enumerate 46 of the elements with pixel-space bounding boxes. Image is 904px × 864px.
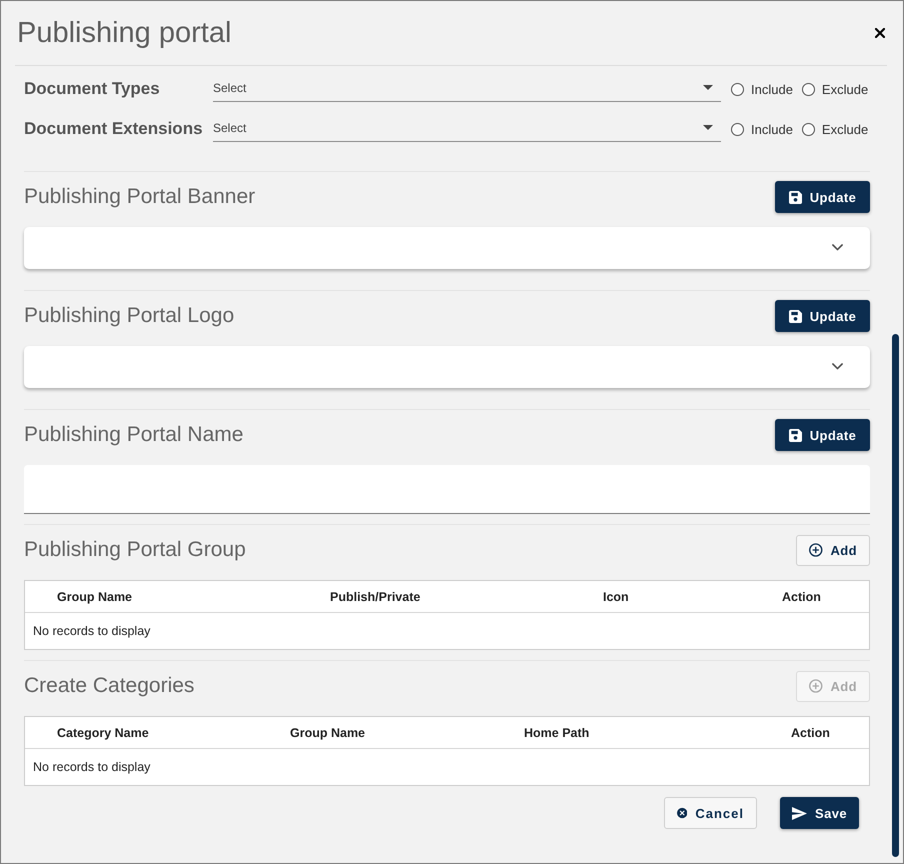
column-header: Action (791, 726, 830, 740)
save-button[interactable]: Save (780, 797, 859, 829)
caret-icon (703, 125, 713, 130)
filter-label: Document Extensions (24, 119, 204, 139)
column-header: Icon (603, 590, 629, 604)
close-icon (875, 28, 885, 38)
cancel-button[interactable]: Cancel (664, 797, 757, 829)
column-header: Group Name (290, 726, 366, 740)
radio-button[interactable] (731, 82, 744, 96)
plus-icon (809, 543, 823, 557)
update-button[interactable]: Update (775, 300, 870, 332)
radio-label: Exclude (822, 122, 868, 136)
send-icon (792, 806, 808, 820)
radio-label: Include (751, 122, 793, 136)
radio-button[interactable] (802, 122, 815, 136)
column-header: Publish/Private (330, 590, 420, 604)
section-title: Publishing Portal Banner (24, 185, 256, 209)
dialog-title: Publishing portal (17, 16, 232, 50)
scrollbar-thumb[interactable] (892, 334, 899, 857)
radio-label: Include (751, 82, 793, 96)
empty-message: No records to display (33, 624, 150, 638)
column-header: Category Name (57, 726, 149, 740)
update-button[interactable]: Update (775, 181, 870, 213)
select-field[interactable]: Select (213, 76, 721, 102)
column-header: Home Path (524, 726, 590, 740)
filter-label: Document Types (24, 79, 161, 99)
update-button[interactable]: Update (775, 419, 870, 451)
empty-message: No records to display (33, 760, 150, 774)
caret-icon (703, 85, 713, 90)
text-input-field[interactable] (24, 465, 870, 514)
radio-button[interactable] (802, 82, 815, 96)
close-button[interactable] (874, 27, 886, 39)
section-title: Publishing Portal Name (24, 423, 244, 447)
column-header: Action (782, 590, 821, 604)
plus-icon (809, 679, 823, 693)
chevron-icon (832, 244, 843, 251)
section-title: Create Categories (24, 674, 194, 698)
cancel-icon (677, 806, 688, 820)
chevron-icon (832, 363, 843, 370)
section-title: Publishing Portal Logo (24, 304, 234, 328)
section-title: Publishing Portal Group (24, 538, 246, 562)
radio-label: Exclude (822, 82, 868, 96)
column-header: Group Name (57, 590, 132, 604)
radio-button[interactable] (731, 122, 744, 136)
select-field[interactable]: Select (213, 116, 721, 142)
add-button[interactable]: Add (796, 534, 870, 566)
